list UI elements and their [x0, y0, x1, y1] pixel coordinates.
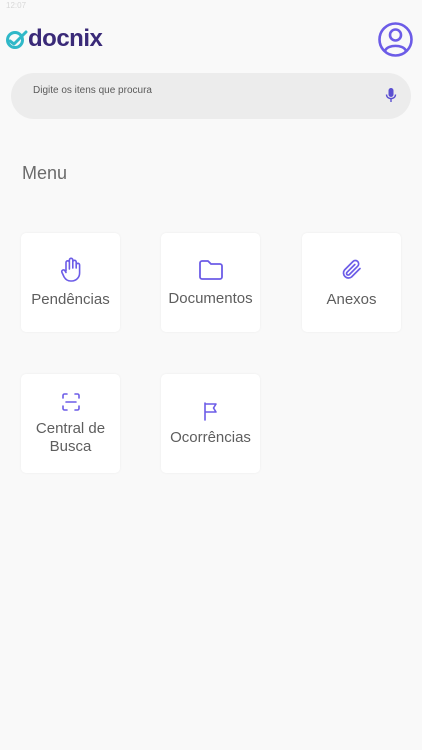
- menu-card-label: Central de Busca: [35, 419, 106, 455]
- menu-card-label: Ocorrências: [170, 428, 251, 446]
- user-circle-icon[interactable]: [377, 21, 414, 58]
- menu-card-label: Anexos: [326, 290, 377, 308]
- menu-title: Menu: [22, 163, 68, 183]
- menu-card-label: Documentos: [168, 289, 253, 307]
- menu-card-pendencias[interactable]: Pendências: [21, 233, 120, 332]
- app-name: docnix: [28, 25, 103, 52]
- menu-card-documentos[interactable]: Documentos: [161, 233, 260, 332]
- app-logo: docnix: [4, 25, 103, 52]
- menu-card-label: Pendências: [31, 290, 110, 308]
- paperclip-icon: [342, 259, 361, 279]
- scan-icon: [61, 392, 80, 411]
- menu-card-ocorrencias[interactable]: Ocorrências: [161, 374, 260, 473]
- app-header: docnix: [0, 0, 422, 78]
- menu-card-anexos[interactable]: Anexos: [302, 233, 401, 332]
- hand-icon: [60, 257, 80, 282]
- microphone-icon[interactable]: [385, 87, 397, 103]
- search-input[interactable]: [33, 81, 363, 99]
- flag-icon: [203, 401, 217, 421]
- search-bar: [11, 73, 411, 119]
- menu-card-central-de-busca[interactable]: Central de Busca: [21, 374, 120, 473]
- folder-icon: [198, 259, 223, 280]
- logo-mark-icon: [6, 30, 28, 49]
